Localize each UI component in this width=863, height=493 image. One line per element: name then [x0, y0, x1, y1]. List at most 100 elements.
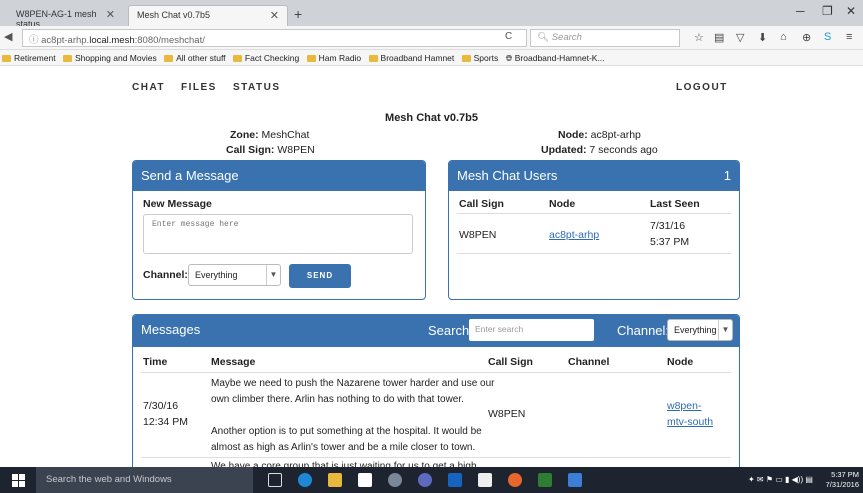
column-header: Call Sign	[459, 198, 504, 210]
skype-icon[interactable]: S	[824, 31, 831, 43]
url-suffix: :8080/meshchat/	[134, 35, 205, 46]
edge-browser-icon[interactable]	[298, 473, 312, 487]
url-host: local.mesh	[89, 35, 135, 46]
messages-header: Messages Search: Enter search Channel: E…	[133, 315, 739, 347]
home-icon[interactable]: ⌂	[780, 31, 787, 43]
search-placeholder: Search	[551, 32, 582, 43]
minimize-icon[interactable]: ─	[796, 4, 805, 18]
browser-nav-bar: ◀ ⓘ ac8pt-arhp.local.mesh:8080/meshchat/…	[0, 26, 863, 50]
channel-value: Everything	[674, 325, 717, 335]
channel-select[interactable]: Everything ▼	[188, 264, 281, 286]
folder-icon	[164, 55, 174, 62]
folder-icon	[232, 55, 242, 62]
bookmark-retirement[interactable]: Retirement	[0, 50, 59, 63]
user-count-badge: 1	[723, 168, 731, 183]
node-info: Node: ac8pt-arhp	[558, 129, 641, 141]
nav-status[interactable]: STATUS	[233, 82, 281, 93]
store-icon[interactable]	[358, 473, 372, 487]
callsign-info: Call Sign: W8PEN	[226, 144, 315, 156]
app-icon[interactable]	[418, 473, 432, 487]
bookmark-sports[interactable]: Sports	[460, 50, 502, 63]
messages-panel: Messages Search: Enter search Channel: E…	[132, 314, 740, 474]
message-search-input[interactable]: Enter search	[469, 319, 594, 341]
column-header: Node	[667, 356, 694, 368]
reload-icon[interactable]: C	[505, 31, 512, 42]
users-title: Mesh Chat Users	[457, 168, 558, 183]
panel-title: Mesh Chat Users 1	[449, 161, 739, 191]
message-input[interactable]	[143, 214, 413, 254]
tab-mesh-status[interactable]: W8PEN-AG-1 mesh status ✕	[8, 5, 123, 29]
search-label: Search:	[428, 323, 473, 338]
updated-info: Updated: 7 seconds ago	[541, 144, 658, 156]
menu-icon[interactable]: ≡	[846, 31, 852, 43]
folder-icon	[2, 55, 11, 62]
page-title: Mesh Chat v0.7b5	[385, 112, 478, 124]
pocket-icon[interactable]: ▽	[736, 31, 744, 44]
message-line: own climber there. Arlin has nothing to …	[211, 394, 464, 405]
app-icon[interactable]	[448, 473, 462, 487]
divider	[457, 253, 731, 254]
channel-value: Everything	[195, 270, 238, 280]
search-placeholder: Enter search	[475, 324, 524, 334]
bookmark-fact-checking[interactable]: Fact Checking	[231, 50, 302, 63]
nav-chat[interactable]: CHAT	[132, 82, 165, 93]
clock[interactable]: 5:37 PM 7/31/2016	[826, 470, 859, 490]
task-view-icon[interactable]	[268, 473, 282, 487]
column-header: Channel	[568, 356, 610, 368]
bookmarks-bar: Retirement Shopping and Movies All other…	[0, 50, 863, 66]
user-last-seen-time: 5:37 PM	[650, 236, 690, 248]
column-header: Node	[549, 198, 576, 210]
tray-icons[interactable]: ✦ ✉ ⚑ ▭ ▮ ◀︎)) ▤	[748, 475, 813, 484]
channel-label: Channel:	[617, 323, 670, 338]
divider	[141, 372, 731, 373]
url-field[interactable]: ⓘ ac8pt-arhp.local.mesh:8080/meshchat/	[22, 29, 527, 47]
firefox-icon[interactable]	[508, 473, 522, 487]
file-explorer-icon[interactable]	[328, 473, 342, 487]
folder-icon	[461, 55, 471, 62]
nav-files[interactable]: FILES	[181, 82, 217, 93]
app-icon[interactable]	[388, 473, 402, 487]
bookmark-broadband-hamnet-k[interactable]: 🌐︎ Broadband-Hamnet-K...	[504, 50, 608, 64]
chevron-down-icon: ▼	[266, 265, 280, 285]
send-button[interactable]: SEND	[289, 264, 351, 288]
close-icon[interactable]: ✕	[270, 9, 279, 22]
extension-icon[interactable]: ⊕	[802, 31, 811, 44]
folder-icon	[62, 55, 72, 62]
clock-date: 7/31/2016	[825, 480, 859, 489]
app-icon[interactable]	[538, 473, 552, 487]
bookmark-shopping[interactable]: Shopping and Movies	[61, 50, 160, 63]
globe-icon: 🌐︎	[505, 53, 515, 63]
message-node-link[interactable]: w8pen-	[667, 398, 701, 414]
column-header: Call Sign	[488, 356, 533, 368]
divider	[141, 457, 731, 458]
close-window-icon[interactable]: ✕	[846, 4, 856, 18]
message-line: Another option is to put something at th…	[211, 426, 482, 437]
bookmark-ham-radio[interactable]: Ham Radio	[305, 50, 365, 63]
clock-time: 5:37 PM	[831, 470, 859, 479]
browser-search-field[interactable]: 🔍︎ Search	[530, 29, 680, 47]
bookmark-broadband-hamnet[interactable]: Broadband Hamnet	[367, 50, 458, 63]
bookmark-other[interactable]: All other stuff	[162, 50, 228, 63]
back-arrow-icon[interactable]: ◀	[4, 30, 12, 43]
chevron-down-icon: ▼	[718, 320, 732, 340]
nav-logout[interactable]: LOGOUT	[676, 82, 728, 93]
app-icon[interactable]	[568, 473, 582, 487]
new-tab-icon[interactable]: +	[294, 6, 302, 22]
download-icon[interactable]: ⬇	[758, 31, 767, 44]
channel-filter-select[interactable]: Everything ▼	[667, 319, 733, 341]
column-header: Time	[143, 356, 168, 368]
message-line: Maybe we need to push the Nazarene tower…	[211, 378, 495, 389]
user-callsign: W8PEN	[459, 229, 497, 241]
windows-start-icon[interactable]	[0, 467, 36, 493]
star-icon[interactable]: ☆	[694, 31, 704, 44]
close-icon[interactable]: ✕	[106, 8, 115, 21]
document-icon[interactable]	[478, 473, 492, 487]
taskbar: Search the web and Windows ✦ ✉ ⚑ ▭ ▮ ◀︎)…	[0, 467, 863, 493]
tab-mesh-chat[interactable]: Mesh Chat v0.7b5 ✕	[128, 5, 288, 26]
reading-list-icon[interactable]: ▤	[714, 31, 724, 44]
message-node-link[interactable]: mtv-south	[667, 414, 713, 430]
taskbar-search[interactable]: Search the web and Windows	[36, 467, 253, 493]
restore-icon[interactable]: ❐	[822, 4, 833, 18]
user-node-link[interactable]: ac8pt-arhp	[549, 227, 599, 243]
message-date: 7/30/16	[143, 400, 179, 412]
